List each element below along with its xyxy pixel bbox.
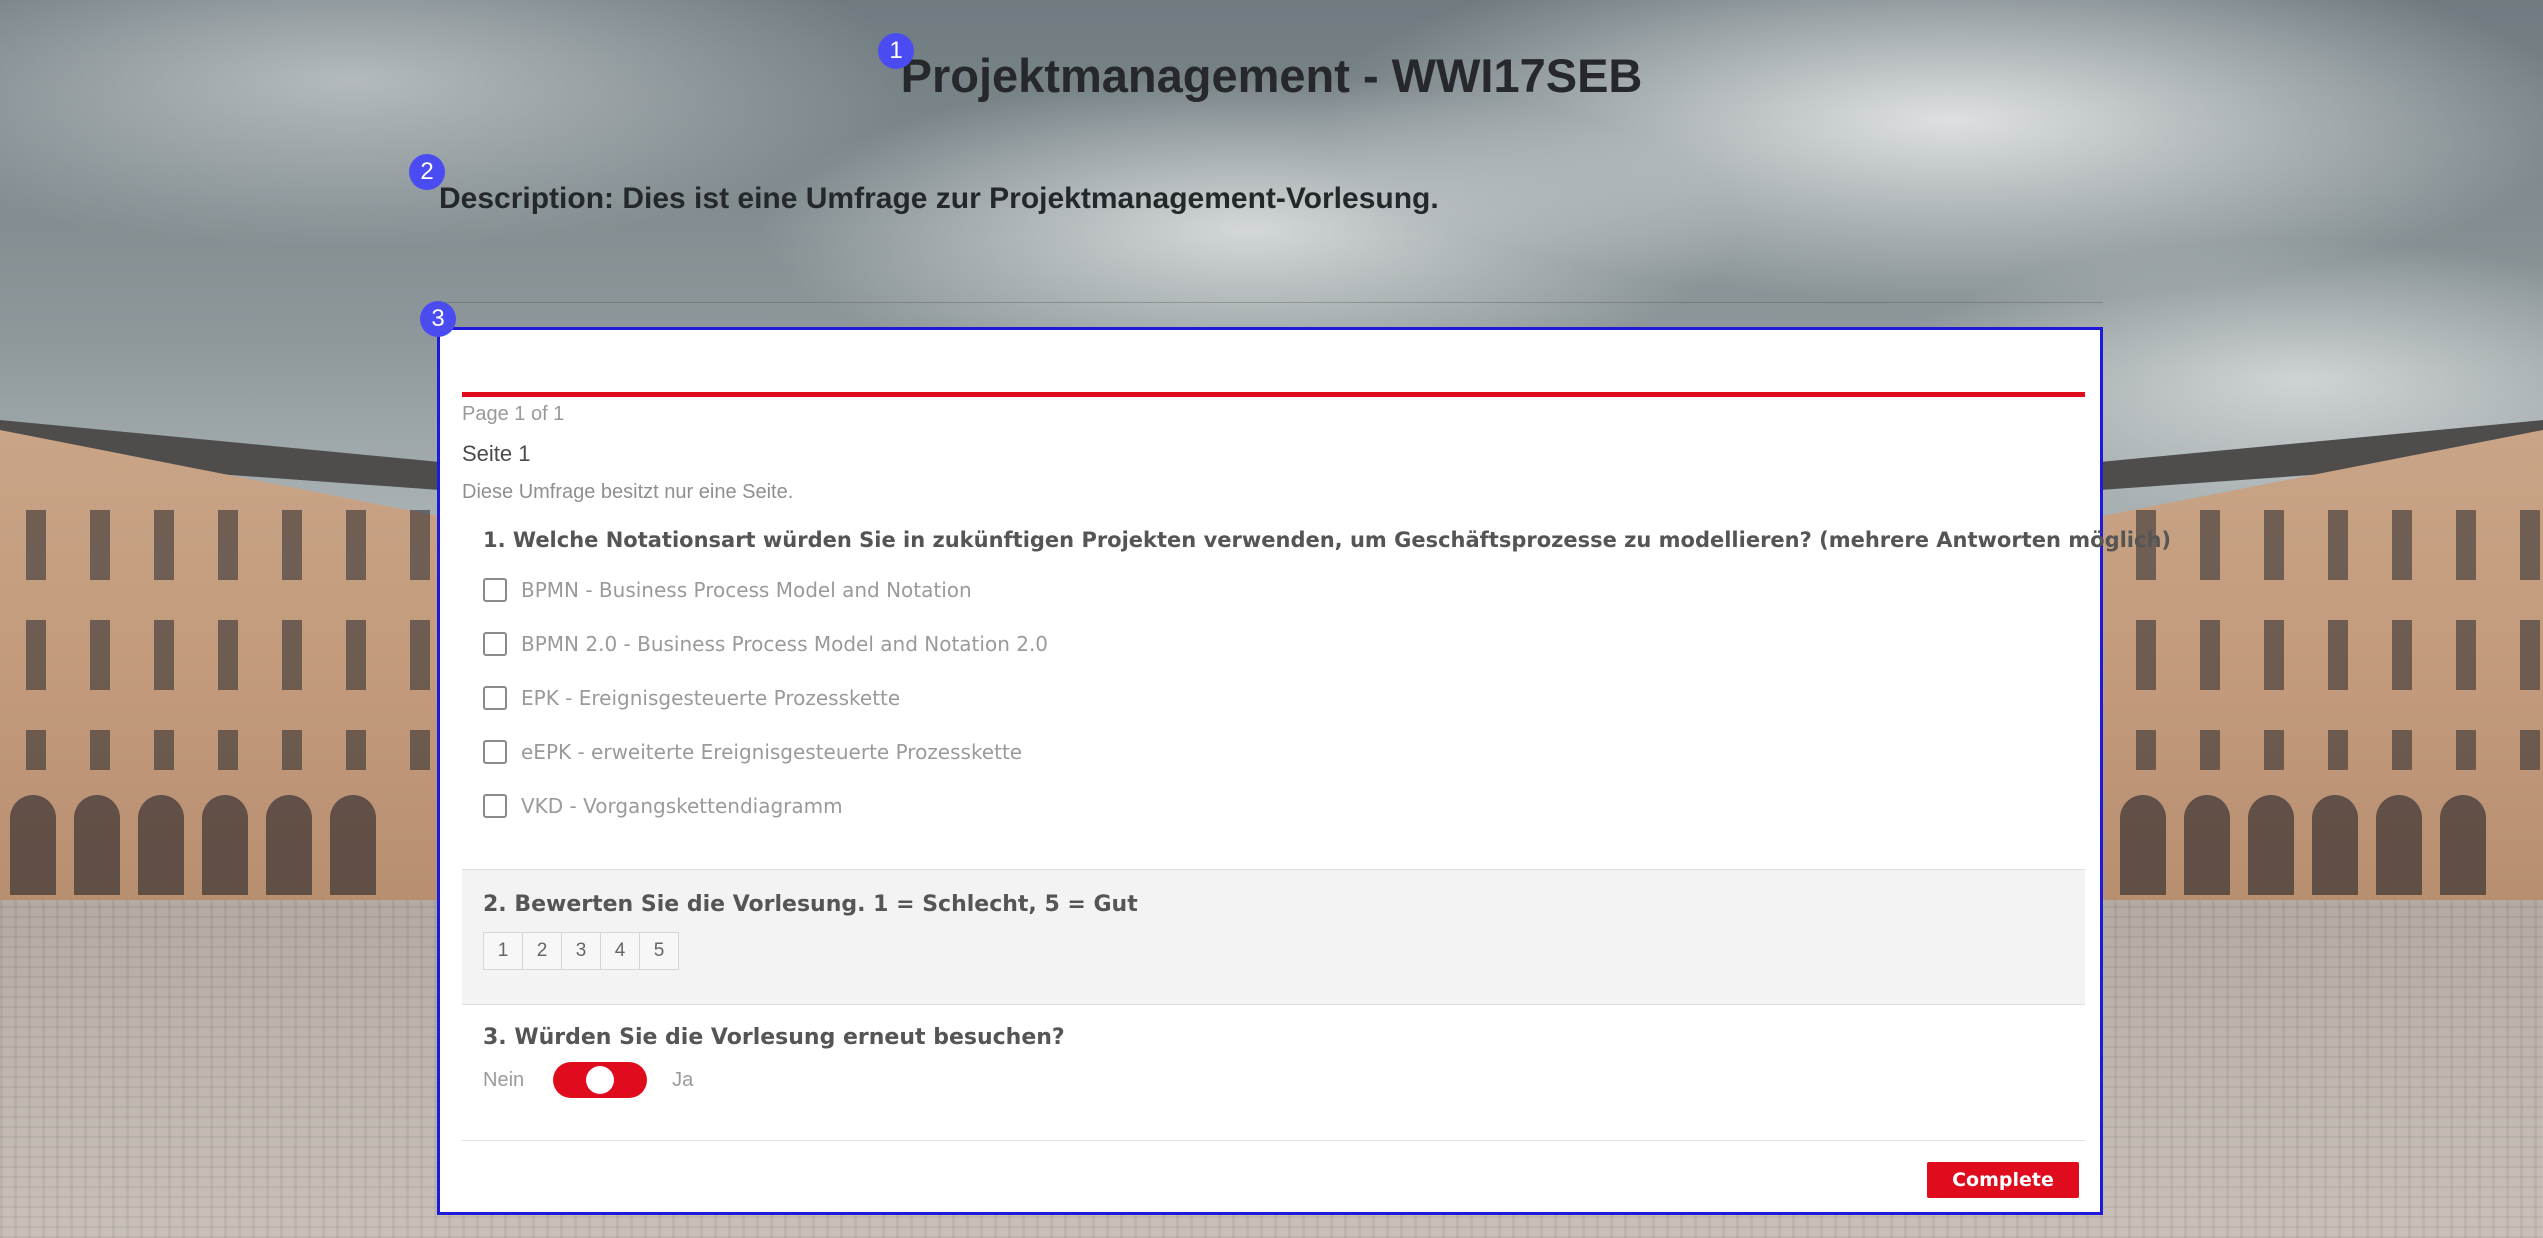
yes-no-toggle[interactable] <box>553 1062 648 1098</box>
marker-badge-1: 1 <box>878 33 914 69</box>
section-description: Diese Umfrage besitzt nur eine Seite. <box>462 481 794 503</box>
section-title: Seite 1 <box>462 441 531 466</box>
rating-option-3[interactable]: 3 <box>561 932 601 970</box>
progress-bar <box>462 392 2085 397</box>
checkbox[interactable] <box>483 686 507 710</box>
complete-button[interactable]: Complete <box>1927 1162 2079 1198</box>
checkbox[interactable] <box>483 794 507 818</box>
checkbox[interactable] <box>483 740 507 764</box>
question-2-panel: 2. Bewerten Sie die Vorlesung. 1 = Schle… <box>462 869 2085 1005</box>
marker-badge-2: 2 <box>409 154 445 190</box>
windows-left <box>0 510 430 770</box>
option-label: BPMN 2.0 - Business Process Model and No… <box>521 632 1049 656</box>
rating-scale: 1 2 3 4 5 <box>483 932 679 970</box>
page-description: Description: Dies ist eine Umfrage zur P… <box>439 182 1439 215</box>
option-label: EPK - Ereignisgesteuerte Prozesskette <box>521 686 901 710</box>
option-vkd[interactable]: VKD - Vorgangskettendiagramm <box>483 791 843 821</box>
rating-option-4[interactable]: 4 <box>600 932 640 970</box>
checkbox[interactable] <box>483 578 507 602</box>
windows-right <box>2110 510 2543 770</box>
rating-option-1[interactable]: 1 <box>483 932 523 970</box>
option-bpmn-2[interactable]: BPMN 2.0 - Business Process Model and No… <box>483 629 1048 659</box>
question-3-title: 3. Würden Sie die Vorlesung erneut besuc… <box>483 1025 1065 1050</box>
option-label: BPMN - Business Process Model and Notati… <box>521 578 972 602</box>
header-divider <box>439 302 2103 303</box>
rating-option-2[interactable]: 2 <box>522 932 562 970</box>
footer-divider <box>462 1140 2085 1141</box>
toggle-label-yes[interactable]: Ja <box>672 1069 693 1092</box>
toggle-knob[interactable] <box>586 1066 615 1094</box>
option-label: VKD - Vorgangskettendiagramm <box>521 794 843 818</box>
page-title: Projektmanagement - WWI17SEB <box>900 49 1643 102</box>
question-2-title: 2. Bewerten Sie die Vorlesung. 1 = Schle… <box>483 892 1138 917</box>
option-label: eEPK - erweiterte Ereignisgesteuerte Pro… <box>521 740 1023 764</box>
page-indicator: Page 1 of 1 <box>462 403 565 425</box>
toggle-label-no[interactable]: Nein <box>483 1069 524 1092</box>
checkbox[interactable] <box>483 632 507 656</box>
arcade-left <box>10 795 376 905</box>
option-eepk[interactable]: eEPK - erweiterte Ereignisgesteuerte Pro… <box>483 737 1022 767</box>
marker-badge-3: 3 <box>420 301 456 337</box>
rating-option-5[interactable]: 5 <box>639 932 679 970</box>
boolean-toggle-row: Nein Ja <box>483 1060 693 1100</box>
question-1-title: 1. Welche Notationsart würden Sie in zuk… <box>483 528 2171 552</box>
option-bpmn[interactable]: BPMN - Business Process Model and Notati… <box>483 575 972 605</box>
survey-card: Page 1 of 1 Seite 1 Diese Umfrage besitz… <box>437 327 2171 1215</box>
option-epk[interactable]: EPK - Ereignisgesteuerte Prozesskette <box>483 683 900 713</box>
arcade-right <box>2120 795 2486 905</box>
